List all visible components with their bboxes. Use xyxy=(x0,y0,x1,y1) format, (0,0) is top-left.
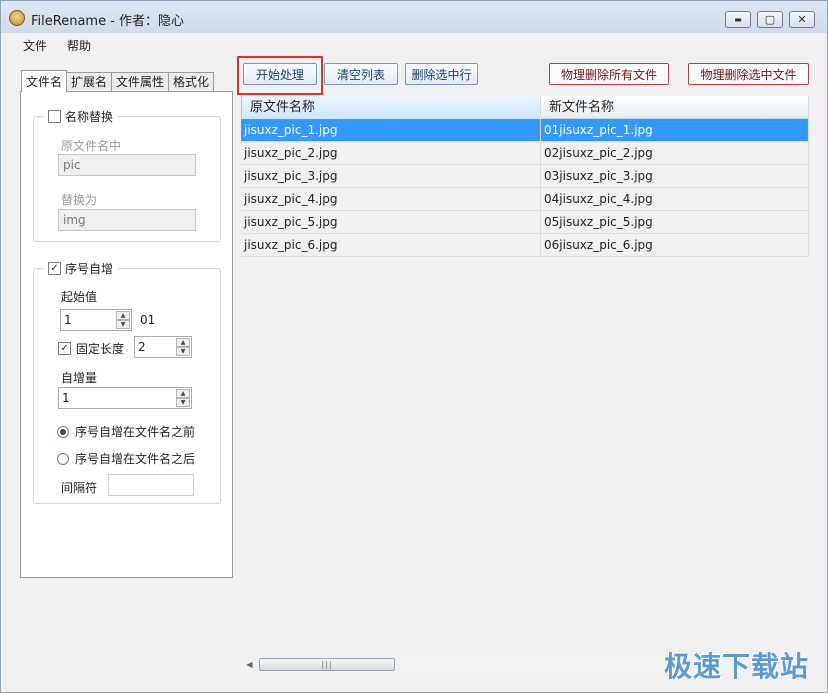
new-filename-cell: 05jisuxz_pic_5.jpg xyxy=(541,211,809,233)
spin-down-icon[interactable]: ▼ xyxy=(176,347,190,356)
tab-filename[interactable]: 文件名 xyxy=(21,70,68,92)
find-label: 原文件名中 xyxy=(61,139,122,153)
tab-format[interactable]: 格式化 xyxy=(168,72,215,92)
original-filename-cell: jisuxz_pic_3.jpg xyxy=(241,165,541,187)
delete-selected-row-button[interactable]: 删除选中行 xyxy=(405,63,478,85)
new-filename-cell: 04jisuxz_pic_4.jpg xyxy=(541,188,809,210)
increment-label: 自增量 xyxy=(61,371,98,385)
fixed-length-label: 固定长度 xyxy=(76,342,125,356)
original-filename-cell: jisuxz_pic_1.jpg xyxy=(241,119,541,141)
sequence-label: 序号自增 xyxy=(65,262,114,276)
sequence-group: ✓ 序号自增 起始值 1 ▲ ▼ 01 ✓ 固定长度 2 ▲ ▼ 自增量 1 ▲… xyxy=(33,260,221,504)
delete-all-files-button[interactable]: 物理删除所有文件 xyxy=(549,63,669,85)
new-filename-cell: 02jisuxz_pic_2.jpg xyxy=(541,142,809,164)
sequence-preview: 01 xyxy=(140,313,156,327)
name-replace-checkbox[interactable] xyxy=(48,110,61,123)
tab-file-attributes[interactable]: 文件属性 xyxy=(111,72,170,92)
increment-stepper[interactable]: 1 ▲ ▼ xyxy=(58,387,192,409)
file-grid: 原文件名称 新文件名称 jisuxz_pic_1.jpg 01jisuxz_pic… xyxy=(241,96,809,257)
column-header-original[interactable]: 原文件名称 xyxy=(241,96,541,119)
filename-tab-panel: 名称替换 原文件名中 pic 替换为 img ✓ 序号自增 起始值 1 ▲ ▼ xyxy=(20,91,233,578)
table-row[interactable]: jisuxz_pic_3.jpg 03jisuxz_pic_3.jpg xyxy=(241,165,809,188)
spin-down-icon[interactable]: ▼ xyxy=(116,320,130,329)
grid-body: jisuxz_pic_1.jpg 01jisuxz_pic_1.jpg jisuxz… xyxy=(241,119,809,257)
menu-bar: 文件 帮助 xyxy=(1,33,827,55)
spin-down-icon[interactable]: ▼ xyxy=(176,398,190,407)
menu-help[interactable]: 帮助 xyxy=(67,37,91,54)
grid-header: 原文件名称 新文件名称 xyxy=(241,96,809,119)
scroll-left-icon[interactable]: ◀ xyxy=(241,656,258,673)
fixed-length-value: 2 xyxy=(138,340,146,354)
site-watermark: 极速下载站 xyxy=(663,650,809,683)
find-input[interactable]: pic xyxy=(58,154,196,176)
sequence-legend: ✓ 序号自增 xyxy=(44,260,118,277)
start-value-stepper[interactable]: 1 ▲ ▼ xyxy=(60,309,132,331)
original-filename-cell: jisuxz_pic_5.jpg xyxy=(241,211,541,233)
position-before-label: 序号自增在文件名之前 xyxy=(75,425,196,439)
table-row[interactable]: jisuxz_pic_6.jpg 06jisuxz_pic_6.jpg xyxy=(241,234,809,257)
increment-value: 1 xyxy=(62,391,70,405)
table-row[interactable]: jisuxz_pic_2.jpg 02jisuxz_pic_2.jpg xyxy=(241,142,809,165)
table-row[interactable]: jisuxz_pic_4.jpg 04jisuxz_pic_4.jpg xyxy=(241,188,809,211)
check-icon: ✓ xyxy=(60,342,69,354)
new-filename-cell: 01jisuxz_pic_1.jpg xyxy=(541,119,809,141)
separator-label: 间隔符 xyxy=(61,481,98,495)
start-value: 1 xyxy=(64,313,72,327)
name-replace-legend: 名称替换 xyxy=(44,108,118,125)
position-after-label: 序号自增在文件名之后 xyxy=(75,452,196,466)
close-button[interactable]: ✕ xyxy=(789,11,815,28)
replace-input[interactable]: img xyxy=(58,209,196,231)
app-window: FileRename - 作者：隐心 ▬ ▢ ✕ 文件 帮助 文件名 扩展名 文… xyxy=(0,0,828,693)
original-filename-cell: jisuxz_pic_2.jpg xyxy=(241,142,541,164)
minimize-button[interactable]: ▬ xyxy=(725,11,751,28)
replace-label: 替换为 xyxy=(61,193,98,207)
table-row[interactable]: jisuxz_pic_5.jpg 05jisuxz_pic_5.jpg xyxy=(241,211,809,234)
scrollbar-thumb[interactable]: ||| xyxy=(259,658,395,671)
position-after-radio[interactable] xyxy=(57,452,69,465)
fixed-length-stepper[interactable]: 2 ▲ ▼ xyxy=(134,336,192,358)
menu-file[interactable]: 文件 xyxy=(23,37,47,54)
maximize-icon: ▢ xyxy=(764,13,776,26)
maximize-button[interactable]: ▢ xyxy=(757,11,783,28)
separator-input[interactable] xyxy=(108,474,194,496)
delete-selected-files-button[interactable]: 物理删除选中文件 xyxy=(688,63,809,85)
position-after-option[interactable]: 序号自增在文件名之后 xyxy=(57,450,195,467)
close-icon: ✕ xyxy=(797,13,807,26)
app-icon xyxy=(9,10,25,26)
table-row[interactable]: jisuxz_pic_1.jpg 01jisuxz_pic_1.jpg xyxy=(241,119,809,142)
tab-strip: 文件名 扩展名 文件属性 格式化 xyxy=(21,70,215,92)
check-icon: ✓ xyxy=(50,262,59,274)
spin-up-icon[interactable]: ▲ xyxy=(116,311,130,320)
spin-up-icon[interactable]: ▲ xyxy=(176,338,190,347)
clear-list-button[interactable]: 清空列表 xyxy=(324,63,398,85)
position-before-option[interactable]: 序号自增在文件名之前 xyxy=(57,423,195,440)
start-process-button[interactable]: 开始处理 xyxy=(243,63,317,85)
fixed-length-row: ✓ 固定长度 xyxy=(58,340,124,357)
original-filename-cell: jisuxz_pic_4.jpg xyxy=(241,188,541,210)
new-filename-cell: 06jisuxz_pic_6.jpg xyxy=(541,234,809,256)
start-value-label: 起始值 xyxy=(61,290,98,304)
new-filename-cell: 03jisuxz_pic_3.jpg xyxy=(541,165,809,187)
spin-up-icon[interactable]: ▲ xyxy=(176,389,190,398)
sequence-checkbox[interactable]: ✓ xyxy=(48,262,61,275)
title-bar: FileRename - 作者：隐心 ▬ ▢ ✕ xyxy=(1,1,827,33)
position-before-radio[interactable] xyxy=(57,425,69,438)
name-replace-label: 名称替换 xyxy=(65,110,114,124)
original-filename-cell: jisuxz_pic_6.jpg xyxy=(241,234,541,256)
minimize-icon: ▬ xyxy=(734,15,742,24)
tab-extension[interactable]: 扩展名 xyxy=(66,72,113,92)
window-title: FileRename - 作者：隐心 xyxy=(31,14,185,29)
column-header-new[interactable]: 新文件名称 xyxy=(541,96,809,119)
name-replace-group: 名称替换 原文件名中 pic 替换为 img xyxy=(33,108,221,242)
fixed-length-checkbox[interactable]: ✓ xyxy=(58,342,71,355)
